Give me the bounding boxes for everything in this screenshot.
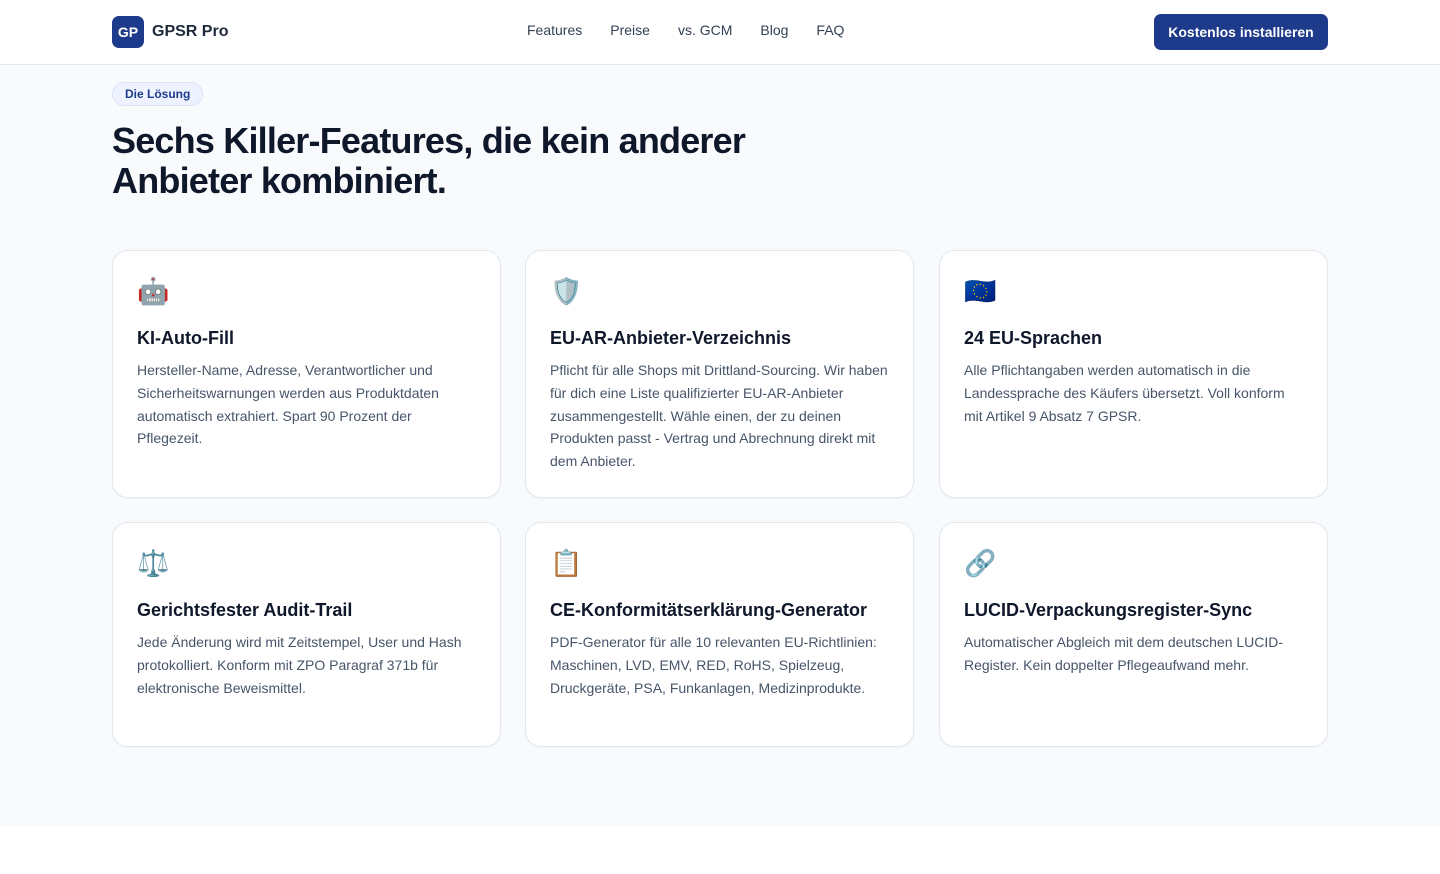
feature-description: Jede Änderung wird mit Zeitstempel, User… <box>137 634 462 696</box>
robot-icon: 🤖 <box>137 277 170 307</box>
feature-title: KI-Auto-Fill <box>137 328 234 348</box>
brand-name: GPSR Pro <box>152 23 229 40</box>
features-section: Die Lösung Sechs Killer-Features, die ke… <box>0 65 1440 827</box>
feature-title: 24 EU-Sprachen <box>964 328 1103 348</box>
clipboard-icon: 📋 <box>550 549 583 579</box>
feature-card-ki-auto-fill: 🤖 KI-Auto-Fill Hersteller-Name, Adresse,… <box>112 250 501 498</box>
feature-title: Gerichtsfester Audit-Trail <box>137 600 353 620</box>
feature-description: Automatischer Abgleich mit dem deutschen… <box>964 634 1284 673</box>
nav-link-features[interactable]: Features <box>527 22 582 38</box>
shield-icon: 🛡️ <box>550 277 583 307</box>
feature-title: CE-Konformitätserklärung-Generator <box>550 600 868 620</box>
feature-card-lucid-sync: 🔗 LUCID-Verpackungsregister-Sync Automat… <box>939 522 1328 747</box>
scales-icon: ⚖️ <box>137 549 170 579</box>
brand-home-link[interactable]: GP GPSR Pro <box>112 16 228 48</box>
nav-link-blog[interactable]: Blog <box>760 22 788 38</box>
next-section-start <box>0 827 1440 874</box>
feature-title: LUCID-Verpackungsregister-Sync <box>964 600 1253 620</box>
feature-description: PDF-Generator für alle 10 relevanten EU-… <box>550 634 877 696</box>
nav-link-faq[interactable]: FAQ <box>816 22 844 38</box>
feature-description: Pflicht für alle Shops mit Drittland-Sou… <box>550 362 888 470</box>
feature-card-audit-trail: ⚖️ Gerichtsfester Audit-Trail Jede Änder… <box>112 522 501 747</box>
feature-description: Alle Pflichtangaben werden automatisch i… <box>964 362 1285 424</box>
eu-flag-icon: 🇪🇺 <box>964 277 997 307</box>
nav-link-preise[interactable]: Preise <box>610 22 650 38</box>
nav-link-vs-gcm[interactable]: vs. GCM <box>678 22 732 38</box>
install-button[interactable]: Kostenlos installieren <box>1154 14 1328 50</box>
link-icon: 🔗 <box>964 549 997 579</box>
main-nav: Features Preise vs. GCM Blog FAQ <box>527 22 844 38</box>
feature-card-ce-generator: 📋 CE-Konformitätserklärung-Generator PDF… <box>525 522 914 747</box>
top-navigation: GP GPSR Pro Features Preise vs. GCM Blog… <box>0 0 1440 65</box>
brand-logo: GP <box>112 16 144 48</box>
feature-card-eu-ar-verzeichnis: 🛡️ EU-AR-Anbieter-Verzeichnis Pflicht fü… <box>525 250 914 498</box>
section-headline: Sechs Killer-Features, die kein anderer … <box>112 120 746 201</box>
feature-card-eu-sprachen: 🇪🇺 24 EU-Sprachen Alle Pflichtangaben we… <box>939 250 1328 498</box>
feature-description: Hersteller-Name, Adresse, Verantwortlich… <box>137 362 439 447</box>
section-eyebrow-badge: Die Lösung <box>112 82 204 106</box>
feature-title: EU-AR-Anbieter-Verzeichnis <box>550 328 792 348</box>
